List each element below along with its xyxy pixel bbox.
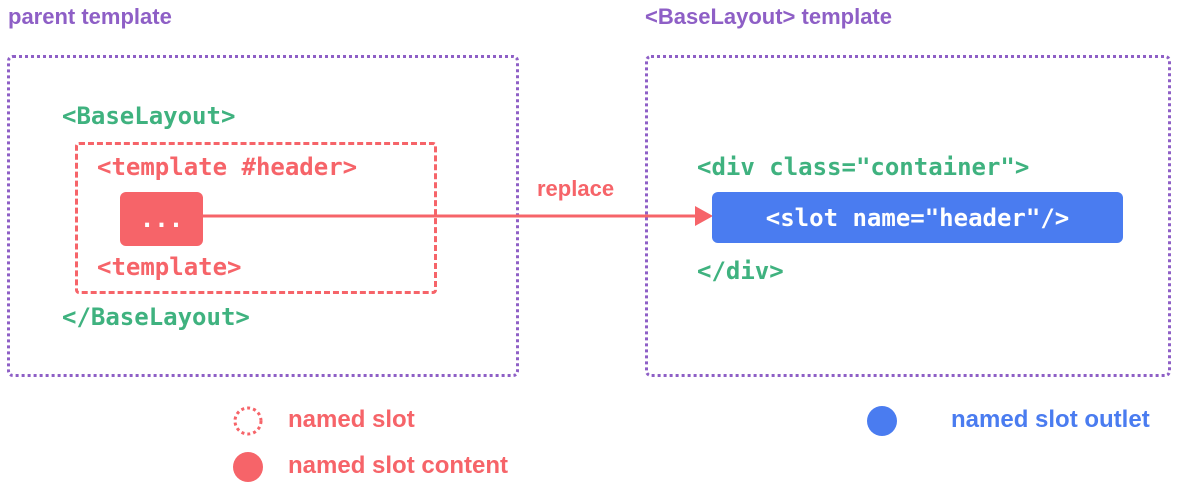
slot-header-tag: <slot name="header"/> — [765, 203, 1070, 232]
base-layout-open-tag: <BaseLayout> — [62, 102, 236, 130]
named-slot-content-legend-label: named slot content — [288, 452, 509, 479]
replace-label: replace — [537, 176, 615, 201]
named-slot-content-legend-icon — [233, 452, 263, 482]
named-slot-outlet-box: <slot name="header"/> — [712, 192, 1123, 243]
div-container-open-tag: <div class="container"> — [697, 153, 1030, 181]
base-layout-close-tag: </BaseLayout> — [62, 303, 250, 331]
base-layout-template-title: <BaseLayout> template — [645, 4, 892, 29]
named-slot-outlet-legend-icon — [867, 406, 897, 436]
named-slot-content-box: ... — [120, 192, 203, 246]
template-close-tag: <template> — [97, 253, 242, 281]
named-slot-outlet-legend-label: named slot outlet — [951, 406, 1150, 433]
template-header-open-tag: <template #header> — [97, 153, 358, 181]
replace-arrow — [203, 206, 713, 226]
slot-content-ellipsis: ... — [139, 205, 184, 233]
named-slot-legend-label: named slot — [288, 406, 415, 433]
parent-template-title: parent template — [8, 4, 172, 29]
named-slot-legend-icon — [233, 406, 263, 436]
div-close-tag: </div> — [697, 257, 784, 285]
